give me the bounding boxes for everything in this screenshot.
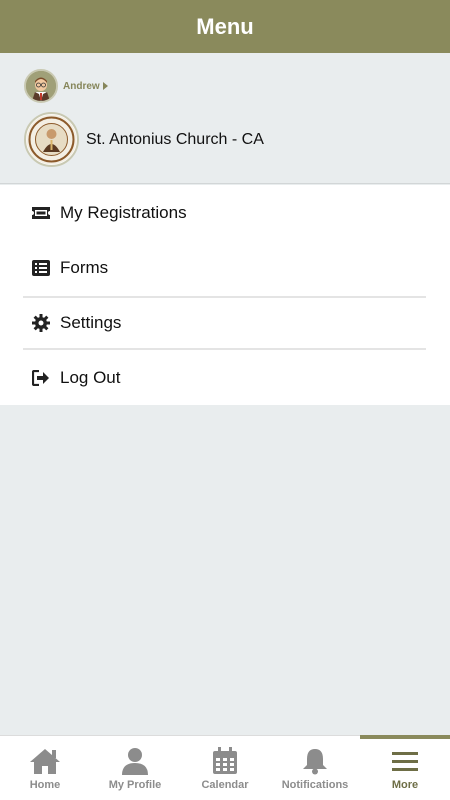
menu-item-label: Settings bbox=[60, 312, 122, 332]
tab-label: Notifications bbox=[281, 779, 349, 791]
menu-item-settings[interactable]: Settings bbox=[24, 295, 426, 350]
tab-label: Home bbox=[29, 779, 61, 791]
gear-icon bbox=[30, 312, 52, 334]
top-header: Menu bbox=[0, 0, 450, 53]
home-icon bbox=[28, 746, 62, 776]
list-icon bbox=[30, 257, 52, 279]
tab-label: My Profile bbox=[108, 779, 162, 791]
hamburger-icon bbox=[388, 746, 422, 776]
tab-my-profile[interactable]: My Profile bbox=[90, 736, 180, 800]
menu-item-log-out[interactable]: Log Out bbox=[24, 350, 426, 405]
tab-notifications[interactable]: Notifications bbox=[270, 736, 360, 800]
menu-item-label: My Registrations bbox=[60, 202, 187, 222]
bottom-tab-bar: Home My Profile Calendar Notifications M… bbox=[0, 735, 450, 800]
chevron-right-icon bbox=[102, 82, 108, 90]
user-profile-link[interactable]: Andrew bbox=[24, 69, 108, 103]
tab-calendar[interactable]: Calendar bbox=[180, 736, 270, 800]
user-name: Andrew bbox=[63, 80, 100, 92]
menu-list: My Registrations Forms Settings Log Out bbox=[0, 185, 450, 405]
calendar-icon bbox=[208, 746, 242, 776]
tab-more[interactable]: More bbox=[360, 735, 450, 800]
church-row[interactable]: St. Antonius Church - CA bbox=[24, 112, 264, 167]
church-name: St. Antonius Church - CA bbox=[86, 130, 264, 148]
menu-item-label: Log Out bbox=[60, 367, 121, 387]
menu-item-my-registrations[interactable]: My Registrations bbox=[24, 185, 426, 240]
ticket-icon bbox=[30, 202, 52, 224]
tab-label: More bbox=[391, 779, 419, 791]
menu-item-forms[interactable]: Forms bbox=[24, 240, 426, 295]
tab-home[interactable]: Home bbox=[0, 736, 90, 800]
bell-icon bbox=[298, 746, 332, 776]
user-avatar bbox=[24, 69, 58, 103]
menu-item-label: Forms bbox=[60, 257, 109, 277]
logout-icon bbox=[30, 367, 52, 389]
tab-label: Calendar bbox=[201, 779, 249, 791]
church-logo bbox=[24, 112, 79, 167]
active-tab-indicator bbox=[360, 735, 450, 739]
person-icon bbox=[118, 746, 152, 776]
profile-area: Andrew St. Antonius Church - CA bbox=[0, 53, 450, 184]
page-title: Menu bbox=[196, 13, 254, 39]
